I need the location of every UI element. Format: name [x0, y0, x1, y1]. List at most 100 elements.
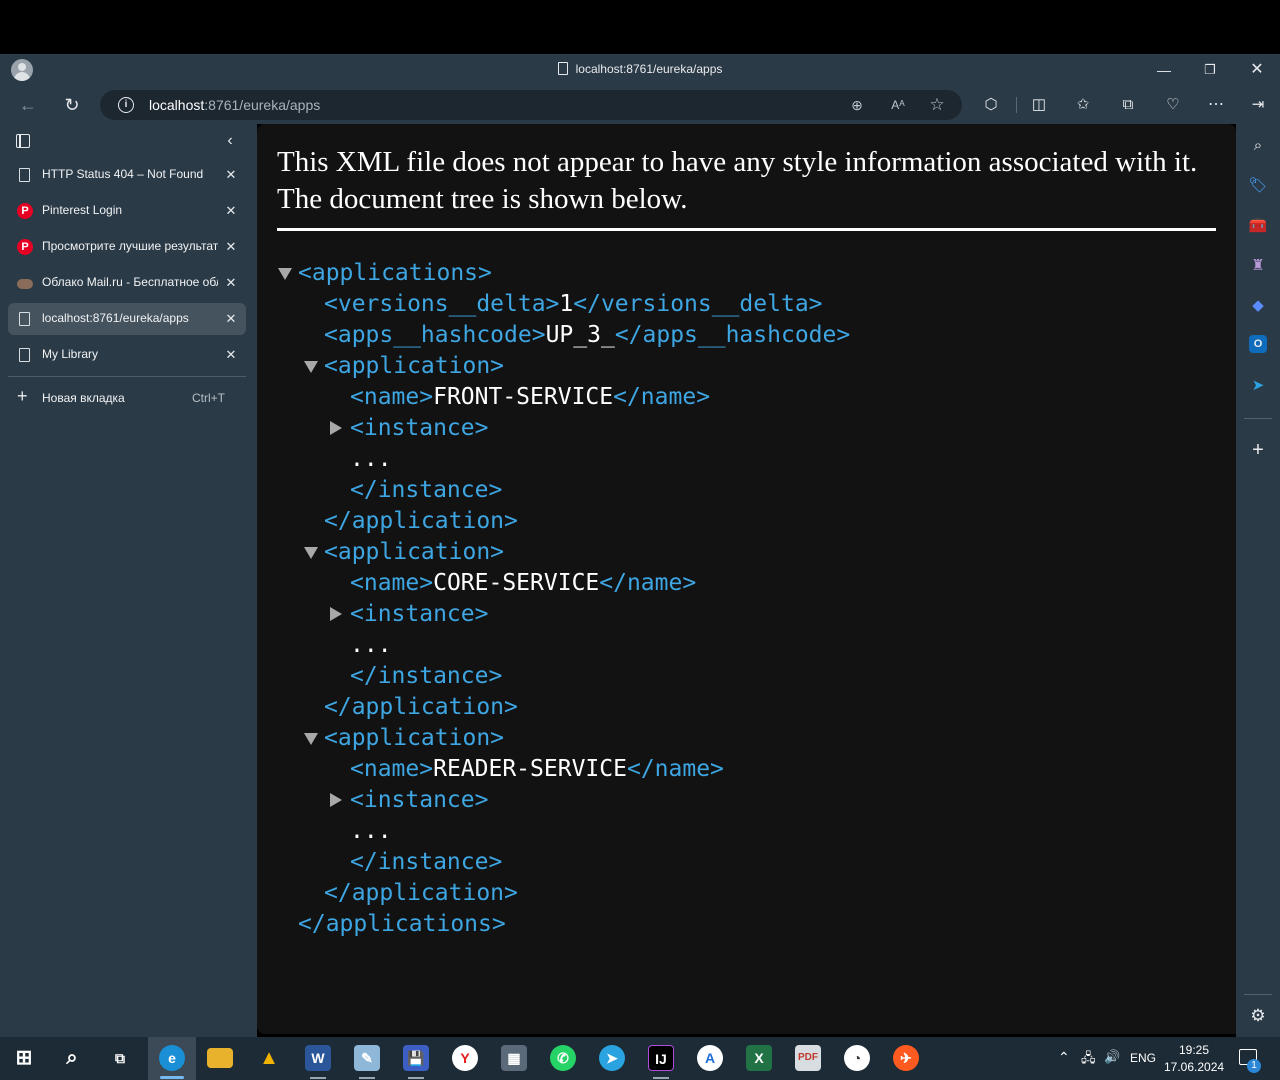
collapsed-ellipsis[interactable]: ...: [350, 630, 392, 661]
read-aloud-icon[interactable]: Aᴬ: [887, 94, 909, 116]
xml-tag: <instance>: [350, 601, 489, 627]
xml-tag: </application>: [324, 694, 518, 720]
expand-triangle-icon[interactable]: [330, 793, 342, 807]
split-screen-icon[interactable]: ◫: [1026, 93, 1052, 117]
network-icon[interactable]: 🖧: [1081, 1049, 1096, 1071]
games-icon[interactable]: ♜: [1247, 255, 1269, 277]
taskbar-clock[interactable]: 19:25 17.06.2024: [1164, 1042, 1224, 1076]
postman-icon[interactable]: ✈: [893, 1045, 919, 1071]
running-indicator: [310, 1077, 326, 1079]
window-title-text: localhost:8761/eureka/apps: [575, 62, 723, 76]
sidebar-toggle-icon[interactable]: ⇥: [1245, 93, 1271, 117]
collapse-triangle-icon[interactable]: [304, 361, 318, 373]
word-icon[interactable]: W: [305, 1045, 331, 1071]
settings-gear-icon[interactable]: ⚙: [1247, 1005, 1269, 1027]
tab-label: localhost:8761/eureka/apps: [42, 311, 189, 325]
zoom-icon[interactable]: ⊕: [846, 94, 868, 116]
collapse-pane-icon[interactable]: ‹: [220, 129, 240, 153]
close-tab-icon[interactable]: ✕: [222, 200, 240, 222]
tab-http-status-404[interactable]: HTTP Status 404 – Not Found ✕: [8, 159, 246, 191]
pdf-viewer-icon[interactable]: PDF: [795, 1045, 821, 1071]
avast-icon[interactable]: ▲: [256, 1045, 282, 1071]
extensions-icon[interactable]: ⬡: [978, 93, 1004, 117]
browser-essentials-icon[interactable]: ♡: [1160, 93, 1186, 117]
intellij-idea-icon[interactable]: IJ: [648, 1045, 674, 1071]
collections-icon[interactable]: ⧉: [1115, 93, 1141, 117]
calculator-icon[interactable]: ▦: [501, 1045, 527, 1071]
restore-button[interactable]: ❐: [1187, 58, 1233, 82]
shopping-tag-icon[interactable]: 🏷: [1247, 175, 1269, 197]
tools-icon[interactable]: 🧰: [1247, 215, 1269, 237]
favorite-star-icon[interactable]: ☆: [926, 94, 948, 116]
xml-value: 1: [559, 291, 574, 317]
expand-triangle-icon[interactable]: [330, 607, 342, 621]
xml-tag: <name>: [350, 384, 434, 410]
page-content: This XML file does not appear to have an…: [257, 124, 1236, 1034]
add-app-icon[interactable]: +: [1247, 439, 1269, 461]
telegram-icon[interactable]: ➤: [1247, 375, 1269, 397]
xml-hashcode-line: <apps__hashcode>UP_3_</apps__hashcode>: [324, 320, 850, 351]
address-url[interactable]: localhost:8761/eureka/apps: [149, 97, 320, 113]
running-indicator: [653, 1077, 669, 1079]
pinterest-icon: P: [17, 203, 33, 219]
telegram-icon[interactable]: ➤: [599, 1045, 625, 1071]
language-indicator[interactable]: ENG: [1130, 1051, 1156, 1065]
whatsapp-icon[interactable]: ✆: [550, 1045, 576, 1071]
tab-my-library[interactable]: My Library ✕: [8, 339, 246, 371]
copilot-icon[interactable]: ◆: [1247, 295, 1269, 317]
xml-tag: <application>: [324, 725, 505, 751]
file-explorer-icon[interactable]: [207, 1048, 233, 1068]
tab-cloud-mail[interactable]: Облако Mail.ru - Бесплатное облачное хра…: [8, 267, 246, 299]
xml-tag: <application>: [324, 353, 505, 379]
show-hidden-icons-icon[interactable]: ⌃: [1058, 1049, 1070, 1066]
xml-tag: <apps__hashcode>: [324, 322, 546, 348]
xml-tag: </name>: [599, 570, 697, 596]
close-tab-icon[interactable]: ✕: [222, 164, 240, 186]
volume-icon[interactable]: 🔊: [1104, 1049, 1120, 1065]
xml-tag: <name>: [350, 756, 434, 782]
close-tab-icon[interactable]: ✕: [222, 272, 240, 294]
minimize-button[interactable]: —: [1141, 58, 1187, 82]
collapsed-ellipsis[interactable]: ...: [350, 444, 392, 475]
search-icon[interactable]: ⌕: [1247, 135, 1269, 157]
favorites-icon[interactable]: ✩: [1070, 93, 1096, 117]
new-tab-button[interactable]: + Новая вкладка Ctrl+T: [8, 384, 246, 412]
sidebar-divider: [8, 376, 246, 377]
xml-value: UP_3_: [545, 322, 615, 348]
close-window-button[interactable]: ✕: [1234, 58, 1280, 82]
address-bar[interactable]: i localhost:8761/eureka/apps ⊕ Aᴬ ☆: [100, 90, 962, 120]
collapse-triangle-icon[interactable]: [304, 733, 318, 745]
back-button[interactable]: ←: [13, 91, 43, 119]
collapse-triangle-icon[interactable]: [278, 268, 292, 280]
yandex-browser-icon[interactable]: Y: [452, 1045, 478, 1071]
save-disk-icon[interactable]: 💾: [403, 1045, 429, 1071]
task-view-icon[interactable]: ⧉: [107, 1045, 133, 1071]
site-info-icon[interactable]: i: [118, 97, 134, 113]
more-options-icon[interactable]: ⋯: [1203, 93, 1229, 117]
search-icon[interactable]: ⌕: [59, 1045, 85, 1071]
tab-pinterest-results[interactable]: P Просмотрите лучшие результаты ✕: [8, 231, 246, 263]
notice-divider: [277, 228, 1216, 231]
outlook-icon[interactable]: O: [1249, 335, 1267, 353]
edge-browser-icon[interactable]: e: [159, 1045, 185, 1071]
new-tab-label: Новая вкладка: [42, 391, 125, 405]
collapsed-ellipsis[interactable]: ...: [350, 816, 392, 847]
collapse-triangle-icon[interactable]: [304, 547, 318, 559]
excel-icon[interactable]: X: [746, 1045, 772, 1071]
xml-tag: </versions__delta>: [573, 291, 823, 317]
xml-tag: </instance>: [350, 477, 503, 503]
tab-label: Просмотрите лучшие результаты: [42, 239, 218, 253]
expand-triangle-icon[interactable]: [330, 421, 342, 435]
windows-start-icon[interactable]: ⊞: [11, 1045, 37, 1071]
close-tab-icon[interactable]: ✕: [222, 344, 240, 366]
tab-actions-icon[interactable]: [16, 134, 30, 148]
address-path: :8761/eureka/apps: [204, 97, 321, 113]
close-tab-icon[interactable]: ✕: [222, 308, 240, 330]
refresh-button[interactable]: ↻: [57, 91, 87, 119]
tab-pinterest-login[interactable]: P Pinterest Login ✕: [8, 195, 246, 227]
clock-app-icon[interactable]: ◔: [844, 1045, 870, 1071]
notepad-icon[interactable]: ✎: [354, 1045, 380, 1071]
tab-eureka-apps[interactable]: localhost:8761/eureka/apps ✕: [8, 303, 246, 335]
close-tab-icon[interactable]: ✕: [222, 236, 240, 258]
app-a-icon[interactable]: A: [697, 1045, 723, 1071]
